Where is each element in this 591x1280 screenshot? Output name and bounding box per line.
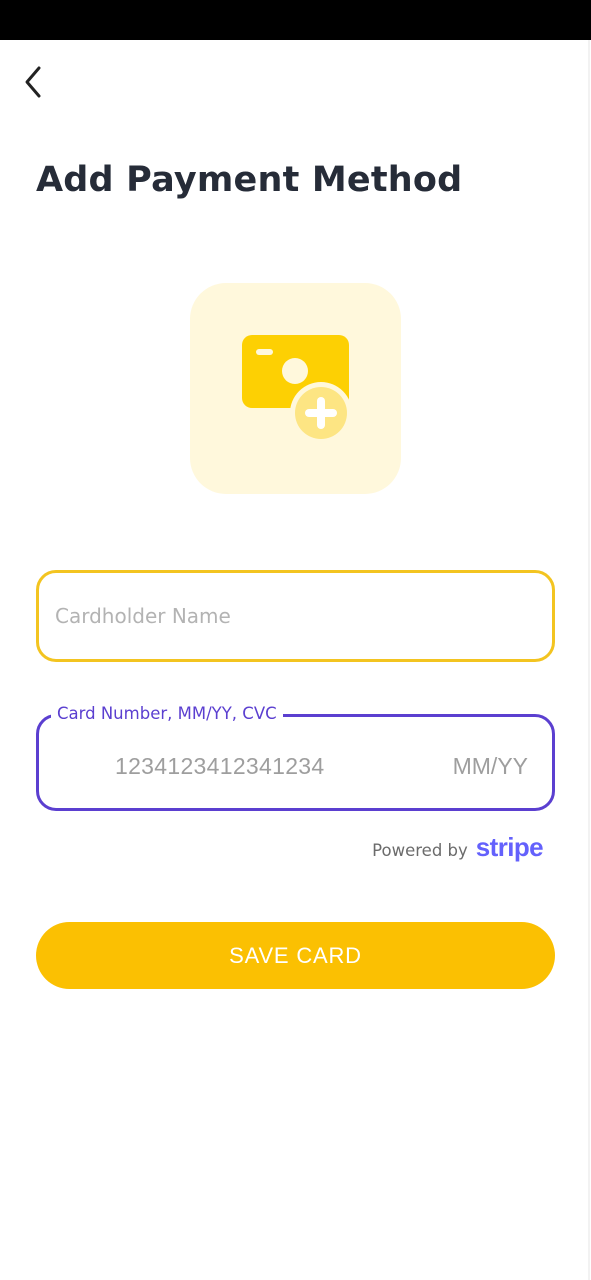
chevron-left-icon [25,66,41,98]
right-edge-divider [588,40,590,1280]
back-button[interactable] [14,60,54,104]
status-bar [0,0,591,40]
card-details-field[interactable]: Card Number, MM/YY, CVC 1234123412341234… [36,703,555,811]
card-expiry-input[interactable]: MM/YY [453,753,528,780]
save-card-label: SAVE CARD [229,942,362,968]
stripe-logo: stripe [475,832,544,862]
add-card-illustration [190,283,401,494]
add-card-icon [242,335,352,444]
cardholder-name-input[interactable] [55,573,535,659]
powered-by-label: Powered by [372,841,468,860]
card-number-input[interactable]: 1234123412341234 [115,753,324,780]
cardholder-name-field[interactable] [36,570,555,662]
powered-by-stripe: Powered by stripe [372,832,543,863]
save-card-button[interactable]: SAVE CARD [36,922,555,989]
card-details-legend: Card Number, MM/YY, CVC [51,703,283,725]
page-title: Add Payment Method [36,160,463,200]
